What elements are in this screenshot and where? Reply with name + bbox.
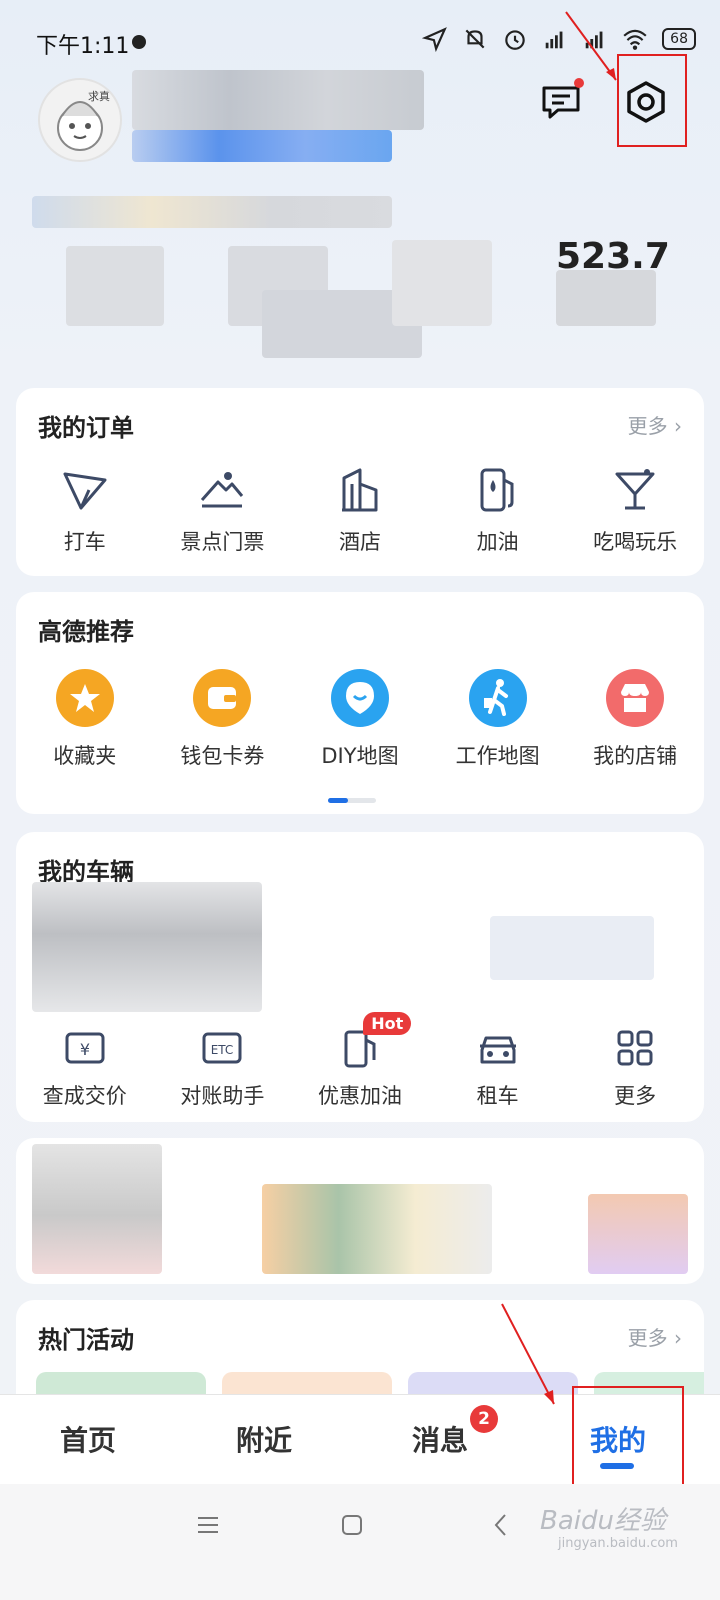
car-icon [479, 1036, 516, 1064]
order-item-label: 打车 [63, 530, 106, 554]
svg-text:¥: ¥ [80, 1040, 90, 1059]
order-item-hotel[interactable]: 酒店 [291, 466, 429, 556]
tab-messages[interactable]: 消息 [412, 1419, 468, 1459]
vehicle-item-etc[interactable]: ETC 对账助手 [154, 1028, 292, 1110]
annotation-box-mine-tab [572, 1386, 684, 1486]
vehicle-grid: ¥ 查成交价 ETC 对账助手 Hot 优惠加油 租车 更多 [16, 1012, 704, 1110]
recommend-item-label: DIY地图 [321, 744, 399, 768]
vehicle-item-label: 优惠加油 [317, 1084, 402, 1108]
banner-blurred-right [588, 1194, 688, 1274]
page-indicator [328, 798, 376, 803]
shop-icon [606, 669, 665, 727]
vehicle-item-label: 查成交价 [42, 1084, 127, 1108]
taxi-icon [63, 472, 107, 510]
recommend-grid: 收藏夹 钱包卡券 DIY地图 工作地图 我的店铺 [16, 668, 704, 770]
annotation-arrow-settings [565, 11, 617, 81]
hotel-icon [341, 468, 378, 512]
recommend-item-label: 工作地图 [455, 744, 540, 768]
back-icon[interactable] [492, 1512, 508, 1538]
cocktail-icon [615, 469, 655, 510]
tab-nearby[interactable]: 附近 [236, 1419, 292, 1459]
order-item-taxi[interactable]: 打车 [16, 466, 154, 556]
vehicle-item-more[interactable]: 更多 [566, 1028, 704, 1110]
vehicle-item-label: 更多 [614, 1084, 657, 1108]
price-icon: ¥ [65, 1032, 105, 1064]
banner-card[interactable] [16, 1138, 704, 1284]
home-icon[interactable] [341, 1514, 363, 1536]
recommend-item-favorites[interactable]: 收藏夹 [16, 668, 154, 770]
recommend-item-label: 收藏夹 [53, 744, 117, 768]
activities-more-link[interactable]: 更多 › [628, 1322, 682, 1351]
banner-blurred-middle [262, 1184, 492, 1274]
orders-card: 我的订单 更多 › 打车 景点门票 酒店 加油 吃喝玩乐 [16, 388, 704, 576]
work-map-icon [468, 669, 527, 727]
order-item-label: 吃喝玩乐 [593, 530, 678, 554]
watermark-url: jingyan.baidu.com [558, 1536, 678, 1551]
hot-badge: Hot [363, 1012, 412, 1035]
messages-badge: 2 [470, 1405, 498, 1433]
vehicle-item-price[interactable]: ¥ 查成交价 [16, 1028, 154, 1110]
location-icon [422, 27, 448, 52]
orders-grid: 打车 景点门票 酒店 加油 吃喝玩乐 [16, 466, 704, 556]
activities-more-label: 更多 [627, 1326, 668, 1350]
wallet-icon [193, 669, 252, 727]
diy-map-icon [330, 669, 389, 727]
vehicle-info-blurred [32, 882, 262, 1012]
status-time: 下午1:11 [36, 34, 130, 59]
vehicle-image-blurred [490, 916, 654, 980]
vehicle-item-label: 对账助手 [180, 1084, 265, 1108]
order-item-label: 加油 [476, 530, 519, 554]
menu-icon[interactable] [196, 1514, 220, 1536]
username-blurred [132, 70, 424, 130]
vehicle-item-label: 租车 [476, 1084, 519, 1108]
orders-more-label: 更多 [627, 414, 668, 438]
order-item-label: 景点门票 [180, 530, 265, 554]
annotation-arrow-mine-tab [501, 1303, 555, 1405]
message-button[interactable] [540, 78, 584, 122]
alarm-icon [505, 30, 525, 50]
activities-title: 热门活动 [38, 1326, 134, 1354]
avatar[interactable]: 求真 [38, 78, 122, 162]
banner-blurred-left [32, 1144, 162, 1274]
vehicle-item-rental[interactable]: 租车 [429, 1028, 567, 1110]
mute-icon [465, 29, 485, 49]
vehicle-card: 我的车辆 ¥ 查成交价 ETC 对账助手 Hot 优惠加油 租车 更多 [16, 832, 704, 1122]
orders-title: 我的订单 [38, 414, 134, 442]
user-tags-blurred [32, 196, 392, 228]
recommend-item-wallet[interactable]: 钱包卡券 [154, 668, 292, 770]
system-nav-bar: Baidu经验 jingyan.baidu.com [0, 1484, 720, 1600]
star-icon [55, 669, 114, 727]
recommend-item-label: 我的店铺 [593, 744, 678, 768]
recommend-item-work-map[interactable]: 工作地图 [429, 668, 567, 770]
grid-icon [617, 1030, 653, 1066]
recommend-title: 高德推荐 [38, 618, 134, 646]
order-item-fun[interactable]: 吃喝玩乐 [566, 466, 704, 556]
order-item-fuel[interactable]: 加油 [429, 466, 567, 556]
tab-home[interactable]: 首页 [60, 1419, 116, 1459]
stat-5-blurred [556, 270, 656, 326]
page-indicator-active [328, 798, 348, 803]
etc-icon: ETC [202, 1032, 242, 1064]
watermark-logo: Baidu经验 [540, 1506, 666, 1536]
recommend-item-diy-map[interactable]: DIY地图 [291, 668, 429, 770]
avatar-badge: 求真 [88, 90, 110, 103]
scenic-ticket-icon [201, 472, 244, 508]
order-item-scenic[interactable]: 景点门票 [154, 466, 292, 556]
stat-1-blurred [66, 246, 164, 326]
battery-icon: 68 [662, 28, 696, 50]
recommend-card: 高德推荐 收藏夹 钱包卡券 DIY地图 工作地图 我的店铺 [16, 592, 704, 814]
user-level-blurred [132, 130, 392, 162]
message-icon [542, 86, 580, 119]
order-item-label: 酒店 [338, 530, 381, 554]
orders-more-link[interactable]: 更多 › [628, 410, 682, 439]
vehicle-item-fuel-discount[interactable]: Hot 优惠加油 [291, 1012, 429, 1110]
record-dot-icon [132, 35, 146, 49]
recommend-item-shop[interactable]: 我的店铺 [566, 668, 704, 770]
svg-text:ETC: ETC [211, 1043, 234, 1057]
fuel-icon [480, 468, 514, 512]
recommend-item-label: 钱包卡券 [180, 744, 265, 768]
stat-4-blurred [392, 240, 492, 326]
